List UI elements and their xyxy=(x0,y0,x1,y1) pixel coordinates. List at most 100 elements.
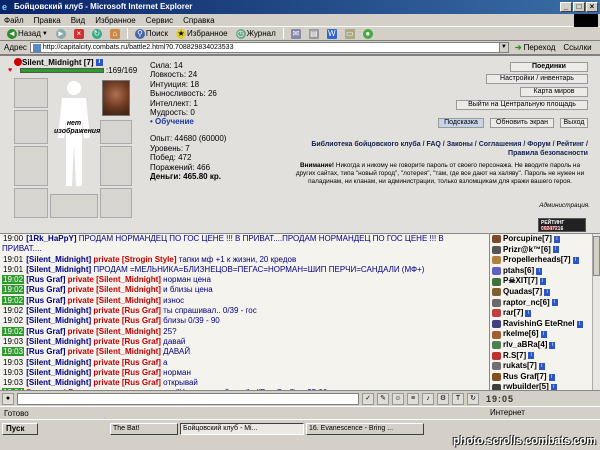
menu-file[interactable]: Файл xyxy=(4,16,24,25)
info-icon[interactable]: i xyxy=(95,59,103,67)
gloves-slot[interactable] xyxy=(100,120,132,144)
chat-time[interactable]: 19:03 xyxy=(2,378,24,387)
online-user-name[interactable]: rukats[7] xyxy=(503,361,537,372)
online-user[interactable]: rukats[7] i xyxy=(490,361,600,372)
messenger-button[interactable]: ● xyxy=(360,27,376,40)
print-button[interactable]: ▤ xyxy=(306,27,322,40)
chat-author[interactable]: [Rus Graf] xyxy=(26,296,65,305)
central-square-button[interactable]: Выйти на Центральную площадь xyxy=(456,100,588,110)
online-user[interactable]: RavishinG EteRnel i xyxy=(490,319,600,330)
chat-private-tag[interactable]: private [Rus Graf] xyxy=(91,378,161,387)
training-link[interactable]: • Обучение xyxy=(150,117,217,126)
maximize-icon[interactable]: □ xyxy=(573,2,585,12)
search-button[interactable]: ⚲ Поиск xyxy=(132,27,171,40)
online-user-name[interactable]: rlv_aBRa[4] xyxy=(503,340,547,351)
menu-favorites[interactable]: Избранное xyxy=(95,16,136,25)
online-user[interactable]: ptahs[6] i xyxy=(490,266,600,277)
online-user-name[interactable]: R.S[7] xyxy=(503,351,526,362)
online-user[interactable]: Quadas[7] i xyxy=(490,287,600,298)
chat-time[interactable]: 19:02 xyxy=(2,326,25,336)
boots-slot[interactable] xyxy=(100,188,132,218)
refresh-button[interactable]: ↻ xyxy=(89,27,105,40)
hint-button[interactable]: Подсказка xyxy=(438,118,484,128)
chat-author[interactable]: [Silent_Midnight] xyxy=(26,378,91,387)
start-button[interactable]: Пуск xyxy=(2,423,38,435)
chat-private-tag[interactable]: private [Silent_Midnight] xyxy=(65,285,161,294)
close-icon[interactable]: × xyxy=(586,2,598,12)
armor-slot[interactable] xyxy=(14,146,48,186)
chat-input[interactable] xyxy=(17,392,359,405)
go-button[interactable]: ➔ Переход xyxy=(515,43,555,52)
info-icon[interactable]: i xyxy=(551,299,558,307)
home-button[interactable]: ⌂ xyxy=(107,27,123,40)
chat-author[interactable]: [Rus Graf] xyxy=(26,327,65,336)
menu-help[interactable]: Справка xyxy=(183,16,214,25)
favorites-button[interactable]: ★ Избранное xyxy=(173,27,231,40)
menu-tools[interactable]: Сервис xyxy=(146,16,173,25)
online-user[interactable]: R.S[7] i xyxy=(490,351,600,362)
chat-icon[interactable]: ● xyxy=(2,392,14,405)
info-links-line2[interactable]: Правила безопасности xyxy=(292,149,588,158)
exit-button[interactable]: Выход xyxy=(560,118,588,128)
info-icon[interactable]: i xyxy=(525,309,532,317)
scrollbar-thumb[interactable] xyxy=(593,236,600,276)
info-links-line1[interactable]: Библиотека бойцовского клуба / FAQ / Зак… xyxy=(292,140,588,149)
chat-time[interactable]: 19:03 xyxy=(2,358,24,367)
chat-time[interactable]: 19:02 xyxy=(2,275,25,285)
online-user-name[interactable]: Prizr@k™[6] xyxy=(503,245,551,256)
online-list[interactable]: Porcupine[7] i Prizr@k™[6] i Propellerheads[… xyxy=(489,233,600,390)
chat-private-tag[interactable]: private [Strogin Style] xyxy=(91,255,176,264)
chat-window[interactable]: 19:00 [1Rk_HaPpY] ПРОДАМ НОРМАНДЕЦ ПО ГО… xyxy=(0,233,489,390)
chat-private-tag[interactable]: private [Rus Graf] xyxy=(91,316,161,325)
chat-private-tag[interactable]: private [Silent_Midnight] xyxy=(65,275,161,284)
online-user[interactable]: rar[7] i xyxy=(490,308,600,319)
info-icon[interactable]: i xyxy=(536,267,543,275)
minimize-icon[interactable]: _ xyxy=(560,2,572,12)
chat-time[interactable]: 19:02 xyxy=(2,295,25,305)
menu-edit[interactable]: Правка xyxy=(34,16,61,25)
online-user[interactable]: Porcupine[7] i xyxy=(490,234,600,245)
info-icon[interactable]: i xyxy=(549,341,556,349)
filter-icon[interactable]: ≡ xyxy=(407,392,419,405)
address-input[interactable]: http://capitalcity.combats.ru/battle2.ht… xyxy=(29,42,500,53)
stop-button[interactable]: × xyxy=(71,27,87,40)
chat-author[interactable]: [Rus Graf] xyxy=(26,347,65,356)
forward-button[interactable]: ► xyxy=(53,27,69,40)
info-icon[interactable]: i xyxy=(544,288,551,296)
helmet-portrait[interactable] xyxy=(102,80,130,116)
chat-author[interactable]: [Silent_Midnight] xyxy=(26,316,91,325)
refresh-screen-button[interactable]: Обновить экран xyxy=(490,118,554,128)
chat-time[interactable]: 19:02 xyxy=(2,306,24,315)
rating-counter[interactable]: РЕЙТИНГ 00247216 mail.ru xyxy=(538,218,586,232)
task-player[interactable]: 16. Evanescence - Bring ... xyxy=(306,423,424,435)
info-icon[interactable]: i xyxy=(539,278,546,286)
chat-author[interactable]: [Rus Graf] xyxy=(26,275,65,284)
info-icon[interactable]: i xyxy=(572,256,579,264)
info-icon[interactable]: i xyxy=(548,373,555,381)
discuss-button[interactable]: ▭ xyxy=(342,27,358,40)
info-icon[interactable]: i xyxy=(538,362,545,370)
settings-inventory-button[interactable]: Настройки / инвентарь xyxy=(486,74,588,84)
info-links[interactable]: Библиотека бойцовского клуба / FAQ / Зак… xyxy=(292,140,588,158)
online-user-name[interactable]: rar[7] xyxy=(503,308,523,319)
edit-button[interactable]: W xyxy=(324,27,340,40)
task-the-bat[interactable]: The Bat! xyxy=(110,423,178,435)
info-icon[interactable]: i xyxy=(576,320,583,328)
menu-view[interactable]: Вид xyxy=(71,16,85,25)
chat-private-tag[interactable]: private [Silent_Midnight] xyxy=(65,347,161,356)
online-user[interactable]: rkelme[6] i xyxy=(490,329,600,340)
duels-button[interactable]: Поединки xyxy=(510,62,588,72)
online-user[interactable]: P☠XIT[7] i xyxy=(490,276,600,287)
settings-icon[interactable]: ⚙ xyxy=(437,392,449,405)
online-user-name[interactable]: P☠XIT[7] xyxy=(503,276,538,287)
task-browser[interactable]: Бойцовский клуб - Mi... xyxy=(180,423,304,435)
smile-icon[interactable]: ☺ xyxy=(392,392,404,405)
chat-author[interactable]: [Rus Graf] xyxy=(26,285,65,294)
online-user[interactable]: rlv_aBRa[4] i xyxy=(490,340,600,351)
world-map-button[interactable]: Карта миров xyxy=(520,87,588,97)
links-button[interactable]: Ссылки xyxy=(563,43,591,52)
chat-time[interactable]: 19:03 xyxy=(2,337,24,346)
sound-icon[interactable]: ♪ xyxy=(422,392,434,405)
chat-author[interactable]: [Silent_Midnight] xyxy=(26,337,91,346)
chat-author[interactable]: [Silent_Midnight] xyxy=(26,255,91,264)
